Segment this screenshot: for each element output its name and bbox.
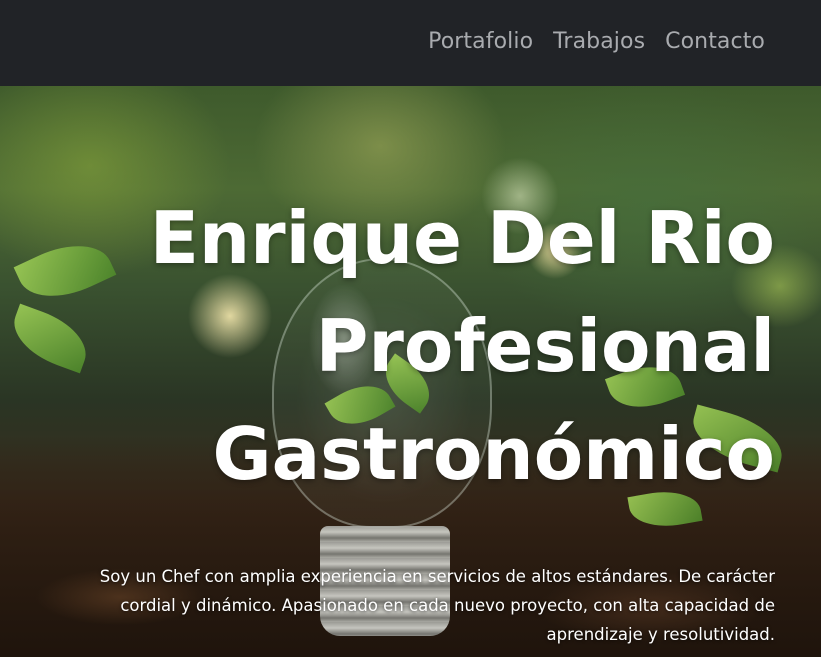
nav-link-trabajos[interactable]: Trabajos bbox=[553, 29, 645, 54]
hero-title-line-1: Enrique Del Rio bbox=[149, 196, 775, 280]
hero-section: Enrique Del Rio Profesional Gastronómico… bbox=[0, 86, 821, 657]
top-navbar: Portafolio Trabajos Contacto bbox=[0, 0, 821, 86]
nav-link-portafolio[interactable]: Portafolio bbox=[428, 29, 533, 54]
hero-description: Soy un Chef con amplia experiencia en se… bbox=[99, 567, 775, 644]
hero-title-line-2: Profesional bbox=[315, 304, 775, 388]
hero-title-line-3: Gastronómico bbox=[212, 412, 776, 496]
hero-title: Enrique Del Rio Profesional Gastronómico bbox=[35, 184, 775, 508]
nav-link-contacto[interactable]: Contacto bbox=[665, 29, 765, 54]
